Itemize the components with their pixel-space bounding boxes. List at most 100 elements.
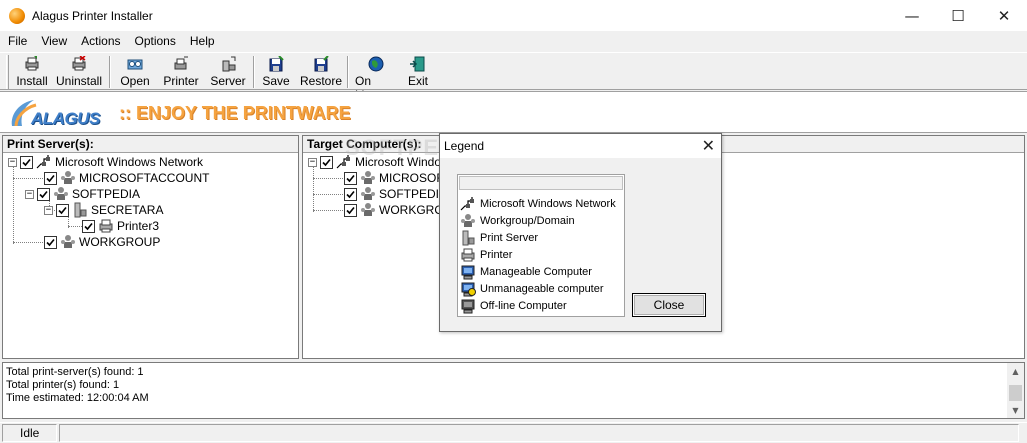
open-icon	[126, 56, 144, 72]
alagus-logo: ALAGUS	[10, 96, 110, 130]
globe-icon	[367, 56, 385, 72]
install-button[interactable]: Install	[15, 53, 49, 90]
checkbox[interactable]	[320, 155, 333, 169]
collapse-toggle[interactable]: −	[308, 157, 317, 167]
workgroup-icon	[60, 234, 76, 250]
manageable-computer-icon	[460, 264, 476, 280]
legend-item: Unmanageable computer	[460, 280, 604, 297]
network-icon	[36, 154, 52, 170]
tree-node[interactable]: Printer3	[82, 218, 159, 234]
checkbox[interactable]	[82, 219, 95, 233]
network-icon	[460, 196, 476, 212]
server-label: Server	[210, 74, 246, 88]
legend-list: Microsoft Windows Network Workgroup/Doma…	[457, 174, 625, 317]
exit-label: Exit	[407, 74, 428, 88]
legend-label: Manageable Computer	[480, 265, 592, 278]
tree-node[interactable]: − SECRETARA	[44, 202, 163, 218]
server-icon	[219, 56, 237, 72]
status-cell-empty	[59, 424, 1019, 442]
menu-help[interactable]: Help	[183, 31, 222, 51]
app-icon	[9, 7, 25, 24]
collapse-toggle[interactable]: −	[8, 157, 17, 167]
install-printer-icon	[23, 56, 41, 72]
tree-node[interactable]: − SOFTPEDIA	[25, 186, 140, 202]
scroll-thumb[interactable]	[1009, 385, 1022, 401]
tree-label: SOFTPEDIA	[72, 187, 141, 201]
close-window-button[interactable]: ✕	[981, 0, 1027, 31]
checkbox[interactable]	[344, 187, 357, 201]
legend-title-bar: Legend ✕	[440, 134, 721, 158]
menu-options[interactable]: Options	[128, 31, 183, 51]
print-servers-panel: Print Server(s): − Microsoft Windows Net…	[2, 135, 299, 359]
legend-list-header	[459, 176, 623, 190]
scroll-down-icon[interactable]: ▼	[1007, 402, 1024, 418]
printer-button[interactable]: Printer	[161, 53, 201, 90]
open-label: Open	[120, 74, 150, 88]
tree-label: SECRETARA	[91, 203, 164, 217]
tree-node[interactable]: − Microsoft Windows Network	[8, 154, 203, 170]
toolbar-separator	[253, 56, 255, 88]
workgroup-icon	[60, 170, 76, 186]
close-icon[interactable]: ✕	[702, 136, 715, 155]
workgroup-icon	[460, 213, 476, 229]
title-bar: Alagus Printer Installer — ☐ ✕	[0, 0, 1027, 31]
save-button[interactable]: Save	[261, 53, 291, 90]
minimize-button[interactable]: —	[889, 0, 935, 31]
uninstall-printer-icon	[70, 56, 88, 72]
close-button[interactable]: Close	[632, 293, 706, 317]
toolbar-separator	[109, 56, 111, 88]
install-label: Install	[16, 74, 48, 88]
checkbox[interactable]	[56, 203, 69, 217]
legend-label: Unmanageable computer	[480, 282, 604, 295]
restore-button[interactable]: Restore	[299, 53, 343, 90]
uninstall-button[interactable]: Uninstall	[55, 53, 103, 90]
collapse-toggle[interactable]: −	[25, 189, 34, 199]
server-button[interactable]: Server	[209, 53, 247, 90]
legend-item: Printer	[460, 246, 512, 263]
log-panel: Total print-server(s) found: 1 Total pri…	[2, 362, 1025, 419]
collapse-toggle[interactable]: −	[44, 205, 53, 215]
checkbox[interactable]	[44, 171, 57, 185]
checkbox[interactable]	[344, 203, 357, 217]
print-server-icon	[72, 202, 88, 218]
toolbar-separator	[347, 56, 349, 88]
open-button[interactable]: Open	[117, 53, 153, 90]
menu-actions[interactable]: Actions	[74, 31, 127, 51]
legend-item: Print Server	[460, 229, 538, 246]
restore-icon	[312, 56, 330, 72]
online-button[interactable]: On Line	[355, 53, 397, 102]
menu-file[interactable]: File	[0, 31, 34, 51]
workgroup-icon	[360, 202, 376, 218]
window-title: Alagus Printer Installer	[32, 8, 153, 23]
legend-item: Manageable Computer	[460, 263, 592, 280]
checkbox[interactable]	[344, 171, 357, 185]
tree-label: WORKGROUP	[79, 235, 161, 249]
menu-view[interactable]: View	[34, 31, 74, 51]
restore-label: Restore	[299, 74, 343, 88]
maximize-button[interactable]: ☐	[935, 0, 981, 31]
uninstall-label: Uninstall	[55, 74, 103, 88]
toolbar-grip[interactable]	[6, 55, 9, 89]
legend-item: Workgroup/Domain	[460, 212, 575, 229]
print-servers-tree: − Microsoft Windows Network MICROSOFTACC…	[3, 154, 298, 358]
tree-node[interactable]: SOFTPEDIA	[344, 186, 447, 202]
printer-icon	[172, 56, 190, 72]
tree-node[interactable]: MICROSOFTACCOUNT	[44, 170, 209, 186]
offline-computer-icon	[460, 298, 476, 314]
exit-button[interactable]: Exit	[405, 53, 431, 90]
workgroup-icon	[53, 186, 69, 202]
status-bar: Idle	[0, 422, 1027, 443]
legend-dialog: Legend ✕ Microsoft Windows Network Workg…	[439, 133, 722, 332]
tree-node[interactable]: WORKGROUP	[44, 234, 160, 250]
checkbox[interactable]	[20, 155, 33, 169]
status-state: Idle	[2, 424, 57, 442]
legend-label: Microsoft Windows Network	[480, 197, 616, 210]
checkbox[interactable]	[37, 187, 50, 201]
checkbox[interactable]	[44, 235, 57, 249]
network-icon	[336, 154, 352, 170]
log-scrollbar[interactable]: ▲ ▼	[1007, 363, 1024, 418]
tree-label: SOFTPEDIA	[379, 187, 448, 201]
scroll-up-icon[interactable]: ▲	[1007, 363, 1024, 379]
legend-item: Off-line Computer	[460, 297, 567, 314]
banner: ALAGUS :: ENJOY THE PRINTWARE	[0, 91, 1027, 133]
